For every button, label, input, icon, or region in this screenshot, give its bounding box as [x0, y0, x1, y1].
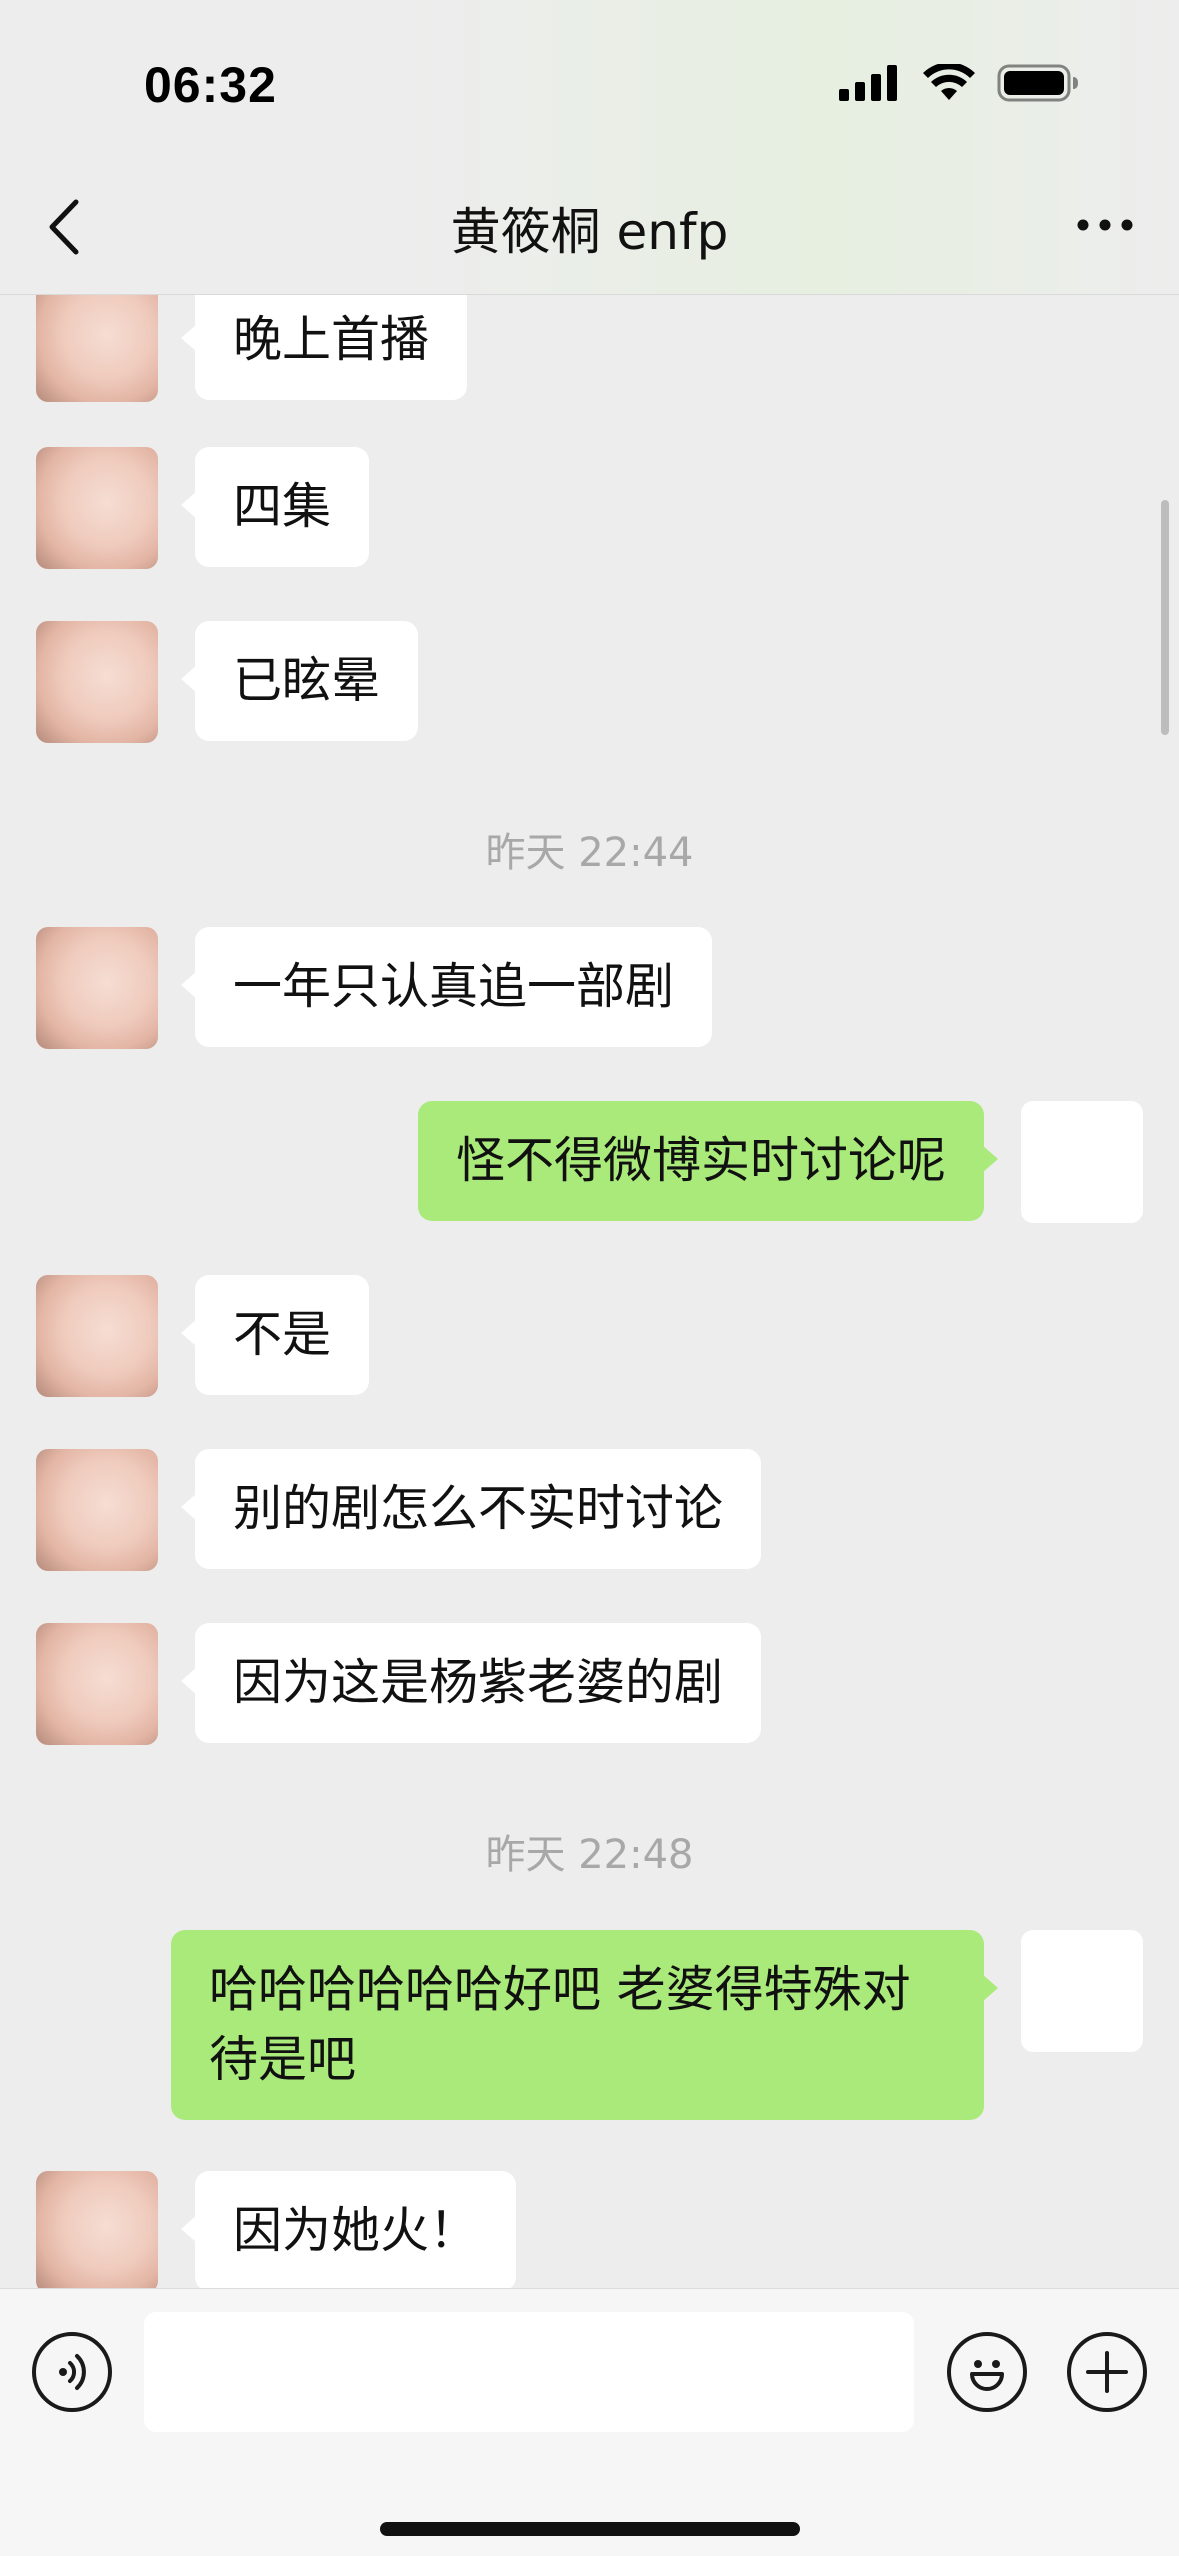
cellular-signal-icon [839, 65, 897, 101]
message-bubble-incoming[interactable]: 因为她火！ [180, 2171, 517, 2288]
emoji-icon [970, 2360, 1004, 2391]
contact-avatar[interactable] [36, 1623, 158, 1745]
message-bubble-incoming[interactable]: 别的剧怎么不实时讨论 [180, 1449, 762, 1569]
more-functions-button[interactable] [1067, 2332, 1147, 2412]
my-avatar[interactable] [1021, 1101, 1143, 1223]
input-bar [0, 2288, 1179, 2556]
more-options-icon[interactable] [1075, 205, 1135, 245]
plus-icon [1086, 2351, 1128, 2393]
message-bubble-incoming[interactable]: 不是 [180, 1275, 370, 1395]
status-time: 06:32 [144, 57, 277, 113]
message-list[interactable]: 晚上首播 四集 已眩晕 昨天 22:44 一年只认真追一部剧 怪不得微博实时讨论… [0, 0, 1179, 2288]
message-bubble-incoming[interactable]: 已眩晕 [180, 621, 419, 741]
contact-avatar[interactable] [36, 621, 158, 743]
home-indicator[interactable] [380, 2522, 800, 2536]
contact-avatar[interactable] [36, 1275, 158, 1397]
contact-avatar[interactable] [36, 280, 158, 402]
timestamp: 昨天 22:44 [485, 830, 694, 876]
message-bubble-incoming[interactable]: 因为这是杨紫老婆的剧 [180, 1623, 762, 1743]
timestamp: 昨天 22:48 [485, 1832, 694, 1878]
message-bubble-incoming[interactable]: 四集 [180, 447, 370, 567]
voice-input-button[interactable] [32, 2332, 112, 2412]
scrollbar[interactable] [1161, 500, 1169, 735]
status-icons [839, 64, 1079, 102]
message-bubble-incoming[interactable]: 一年只认真追一部剧 [180, 927, 713, 1047]
contact-avatar[interactable] [36, 1449, 158, 1571]
contact-avatar[interactable] [36, 2171, 158, 2288]
message-bubble-outgoing[interactable]: 哈哈哈哈哈哈好吧 老婆得特殊对 待是吧 [171, 1930, 998, 2120]
chat-title: 黄筱桐 enfp [450, 203, 729, 261]
contact-avatar[interactable] [36, 927, 158, 1049]
battery-icon [997, 64, 1078, 102]
contact-avatar[interactable] [36, 447, 158, 569]
emoji-button[interactable] [947, 2332, 1027, 2412]
message-input[interactable] [144, 2312, 914, 2432]
wifi-icon [923, 64, 975, 100]
voice-icon [59, 2354, 86, 2390]
message-bubble-outgoing[interactable]: 怪不得微博实时讨论呢 [417, 1101, 999, 1221]
message-bubble-incoming[interactable]: 晚上首播 [180, 280, 468, 400]
my-avatar[interactable] [1021, 1930, 1143, 2052]
header: 06:32 黄筱桐 enfp [0, 0, 1179, 295]
